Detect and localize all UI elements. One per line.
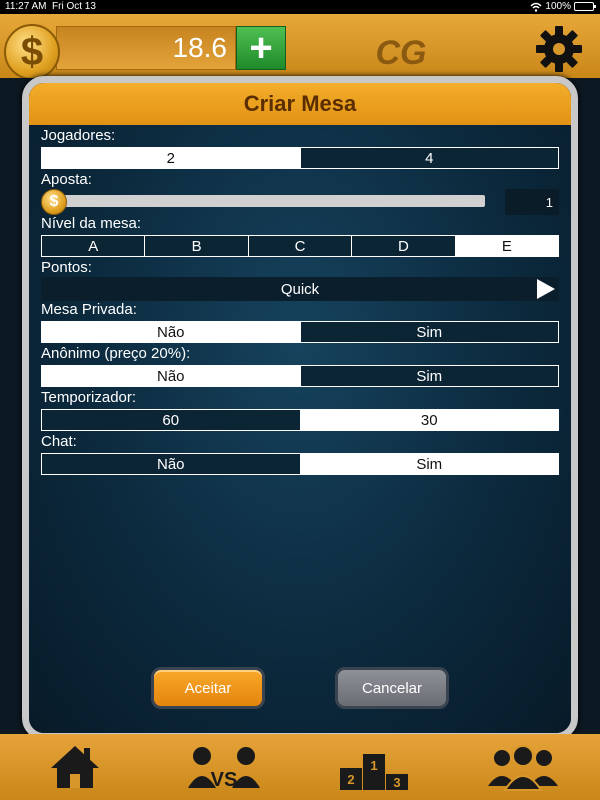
add-coins-button[interactable]: +	[236, 26, 286, 70]
status-date: Fri Oct 13	[52, 1, 96, 12]
players-selector: 2 4	[41, 147, 559, 169]
players-label: Jogadores:	[41, 127, 116, 144]
timer-label: Temporizador:	[41, 389, 137, 406]
anonymous-label: Anônimo (preço 20%):	[41, 345, 191, 362]
level-option-e[interactable]: E	[455, 236, 559, 256]
bet-slider-handle[interactable]: $	[41, 189, 67, 215]
table-level-selector: A B C D E	[41, 235, 559, 257]
points-selector[interactable]: Quick	[41, 277, 559, 301]
players-option-2[interactable]: 2	[42, 148, 301, 168]
podium-third: 3	[393, 775, 400, 790]
anonymous-selector: Não Sim	[41, 365, 559, 387]
level-option-c[interactable]: C	[248, 236, 353, 256]
accept-button[interactable]: Aceitar	[151, 667, 265, 709]
wifi-icon	[530, 2, 542, 12]
bet-slider[interactable]	[51, 195, 485, 207]
versus-text: VS	[211, 769, 238, 791]
top-bar: 18.6 $ + CG	[0, 14, 600, 80]
coin-icon: $	[4, 24, 60, 80]
play-arrow-icon[interactable]	[537, 279, 555, 299]
cancel-button[interactable]: Cancelar	[335, 667, 449, 709]
podium-second: 2	[347, 772, 354, 787]
dialog-body	[29, 83, 571, 733]
private-option-no[interactable]: Não	[42, 322, 301, 342]
chat-selector: Não Sim	[41, 453, 559, 475]
level-option-d[interactable]: D	[352, 236, 456, 256]
chat-option-yes[interactable]: Sim	[300, 454, 558, 474]
battery-percent: 100%	[545, 1, 571, 12]
level-option-b[interactable]: B	[145, 236, 249, 256]
anonymous-option-yes[interactable]: Sim	[300, 366, 558, 386]
points-value: Quick	[280, 280, 320, 298]
status-right: 100%	[530, 1, 596, 12]
create-table-dialog: Criar Mesa Jogadores: 2 4 Aposta: $ 1 Ní…	[22, 76, 578, 740]
players-option-4[interactable]: 4	[300, 148, 558, 168]
chat-label: Chat:	[41, 433, 77, 450]
table-level-label: Nível da mesa:	[41, 215, 142, 232]
status-time: 11:27 AM	[5, 1, 47, 12]
chat-option-no[interactable]: Não	[42, 454, 301, 474]
bottom-nav: VS 2 1 3	[0, 734, 600, 800]
podium-icon[interactable]: 2 1 3	[340, 742, 408, 792]
podium-first: 1	[370, 758, 377, 773]
dialog-title: Criar Mesa	[29, 83, 571, 125]
battery-icon	[574, 2, 596, 11]
level-option-a[interactable]: A	[42, 236, 146, 256]
balance-display: 18.6	[56, 26, 236, 70]
private-option-yes[interactable]: Sim	[300, 322, 558, 342]
logo-text: CG	[375, 33, 427, 72]
bet-label: Aposta:	[41, 171, 92, 188]
timer-option-30[interactable]: 30	[300, 410, 558, 430]
home-icon[interactable]	[48, 742, 102, 792]
gear-icon[interactable]	[534, 24, 584, 74]
timer-selector: 60 30	[41, 409, 559, 431]
private-label: Mesa Privada:	[41, 301, 137, 318]
versus-icon[interactable]: VS	[188, 742, 260, 792]
bet-value: 1	[505, 189, 559, 215]
status-bar: 11:27 AM Fri Oct 13 100%	[0, 0, 600, 14]
points-label: Pontos:	[41, 259, 92, 276]
timer-option-60[interactable]: 60	[42, 410, 301, 430]
anonymous-option-no[interactable]: Não	[42, 366, 301, 386]
private-selector: Não Sim	[41, 321, 559, 343]
app-logo: CG	[368, 32, 434, 74]
group-icon[interactable]	[488, 742, 558, 792]
